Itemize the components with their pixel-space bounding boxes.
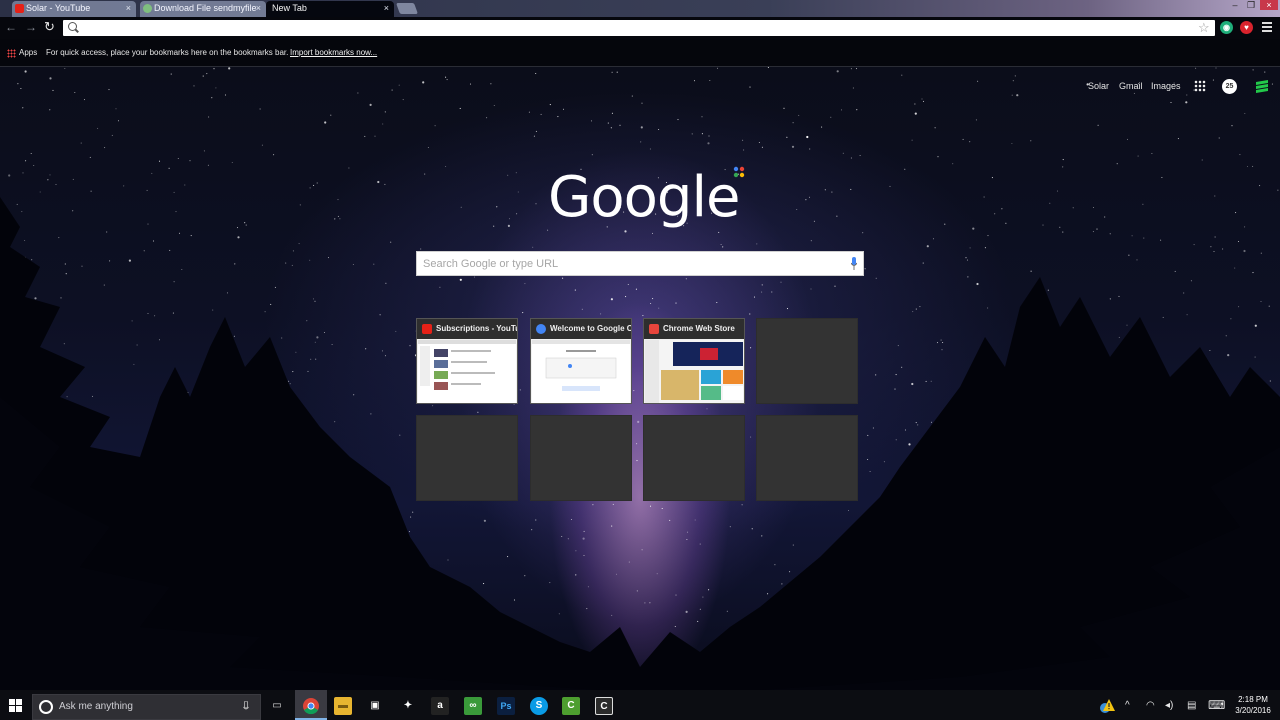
cortana-search-box[interactable]: Ask me anything xyxy=(32,694,261,720)
apps-grid-icon[interactable] xyxy=(7,49,16,58)
bookmarks-bar: Apps For quick access, place your bookma… xyxy=(0,39,1280,67)
close-icon[interactable]: × xyxy=(126,1,131,16)
most-visited-tile[interactable]: Subscriptions - YouTube xyxy=(416,318,518,404)
tile-title: Welcome to Google Chrome xyxy=(531,319,631,339)
youtube-icon xyxy=(15,4,24,13)
minimize-button[interactable]: – xyxy=(1228,0,1242,10)
amazon-icon[interactable]: a xyxy=(431,697,449,715)
keyboard-icon[interactable]: ⌨ xyxy=(1208,698,1225,712)
google-apps-icon[interactable] xyxy=(1194,80,1206,92)
ntp-search-input[interactable] xyxy=(423,255,843,273)
heart-extension-icon[interactable]: ♥ xyxy=(1240,21,1253,34)
photoshop-icon[interactable]: Ps xyxy=(497,697,515,715)
dropbox-icon[interactable]: ✦ xyxy=(399,697,417,715)
cortana-icon xyxy=(39,700,53,714)
ntp-search-box[interactable] xyxy=(416,251,864,276)
tab-youtube[interactable]: Solar - YouTube × xyxy=(12,1,136,17)
empty-tile xyxy=(643,415,745,501)
back-button[interactable]: ← xyxy=(5,20,17,34)
notifications-badge[interactable]: 25 xyxy=(1222,79,1237,94)
system-clock[interactable]: 2:18 PM 3/20/2016 xyxy=(1230,694,1276,716)
tab-new-tab[interactable]: New Tab × xyxy=(266,1,394,17)
search-icon xyxy=(68,22,77,31)
youtube-icon xyxy=(422,324,432,334)
address-bar[interactable] xyxy=(63,20,1215,36)
maximize-button[interactable]: ❐ xyxy=(1244,0,1258,10)
bookmark-star-icon[interactable]: ☆ xyxy=(1198,20,1210,36)
task-view-icon[interactable]: ▭ xyxy=(268,697,286,715)
chrome-icon xyxy=(536,324,546,334)
tab-download-file[interactable]: Download File sendmyfile × xyxy=(140,1,266,17)
wifi-icon[interactable]: ◠ xyxy=(1146,700,1155,711)
web-store-icon xyxy=(649,324,659,334)
tripadvisor-icon[interactable]: ∞ xyxy=(464,697,482,715)
close-icon[interactable]: × xyxy=(384,1,389,16)
volume-icon[interactable]: ◂) xyxy=(1165,700,1173,711)
close-icon[interactable]: × xyxy=(256,1,261,16)
user-link-solar[interactable]: Solar xyxy=(1088,81,1109,91)
tab-title: Solar - YouTube xyxy=(26,3,90,13)
most-visited-tile[interactable]: Welcome to Google Chrome xyxy=(530,318,632,404)
desktop-wallpaper xyxy=(0,67,1280,690)
microphone-icon[interactable] xyxy=(851,257,857,270)
page-icon xyxy=(143,4,152,13)
camtasia-icon[interactable]: C xyxy=(562,697,580,715)
apps-shortcut[interactable]: Apps xyxy=(19,48,37,57)
tab-title: New Tab xyxy=(272,3,307,13)
images-link[interactable]: Images xyxy=(1151,81,1181,91)
google-now-dots-icon xyxy=(731,165,747,181)
tile-thumbnail xyxy=(645,340,743,403)
tile-thumbnail xyxy=(418,340,516,403)
tile-thumbnail xyxy=(532,340,630,403)
gmail-link[interactable]: Gmail xyxy=(1119,81,1143,91)
warning-tray-icon[interactable] xyxy=(1099,698,1115,714)
new-tab-button[interactable] xyxy=(396,3,418,14)
camtasia-recorder-icon[interactable]: C xyxy=(595,697,613,715)
google-logo: Google xyxy=(548,163,739,233)
empty-tile xyxy=(756,415,858,501)
skype-icon[interactable]: S xyxy=(530,697,548,715)
chrome-icon[interactable] xyxy=(302,697,320,715)
close-window-button[interactable]: × xyxy=(1260,0,1278,10)
forward-button[interactable]: → xyxy=(25,20,37,34)
profile-icon[interactable] xyxy=(1255,79,1269,93)
shield-extension-icon[interactable]: ◉ xyxy=(1220,21,1233,34)
address-input[interactable] xyxy=(83,21,1193,35)
tab-title: Download File sendmyfile xyxy=(154,3,257,13)
windows-start-icon[interactable] xyxy=(9,699,22,712)
bookmarks-hint: For quick access, place your bookmarks h… xyxy=(46,48,288,57)
show-hidden-icons-chevron[interactable]: ^ xyxy=(1125,700,1130,711)
forest-silhouette xyxy=(0,67,1280,690)
tile-title: Subscriptions - YouTube xyxy=(417,319,517,339)
most-visited-tile[interactable]: Chrome Web Store xyxy=(643,318,745,404)
import-bookmarks-link[interactable]: Import bookmarks now... xyxy=(290,48,377,57)
action-center-icon[interactable]: ▤ xyxy=(1187,700,1196,711)
store-icon[interactable]: ▣ xyxy=(366,697,384,715)
empty-tile xyxy=(416,415,518,501)
empty-tile xyxy=(530,415,632,501)
tile-title: Chrome Web Store xyxy=(644,319,744,339)
chrome-menu-icon[interactable] xyxy=(1262,22,1272,34)
microphone-icon[interactable] xyxy=(243,701,249,713)
clock-time: 2:18 PM xyxy=(1230,694,1276,705)
reload-button[interactable]: ↻ xyxy=(44,19,55,35)
empty-tile xyxy=(756,318,858,404)
file-explorer-icon[interactable]: ▬ xyxy=(334,697,352,715)
cortana-placeholder: Ask me anything xyxy=(59,701,133,712)
clock-date: 3/20/2016 xyxy=(1230,705,1276,716)
